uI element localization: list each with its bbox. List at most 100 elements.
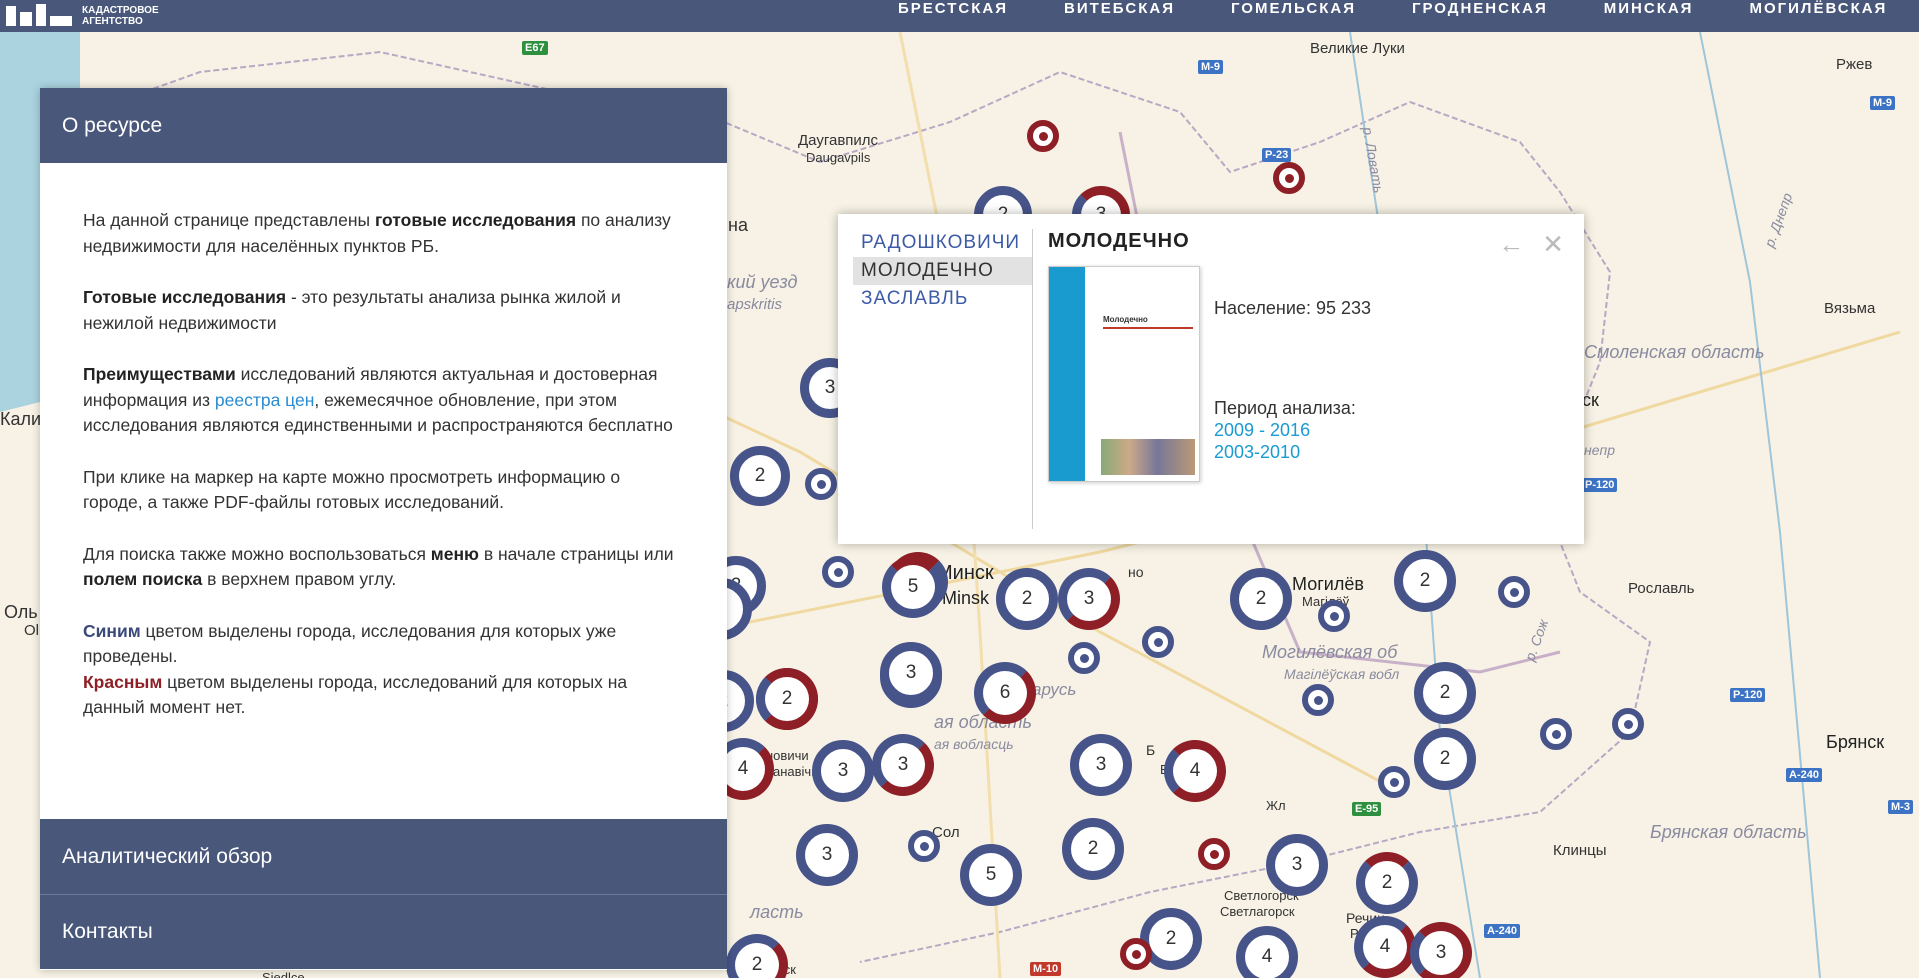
logo-text-line1: КАДАСТРОВОЕ [82, 5, 159, 16]
label-minsk-latin: Minsk [942, 588, 990, 608]
accordion-analytics[interactable]: Аналитический обзор [40, 819, 727, 894]
city-marker-blue[interactable] [908, 830, 940, 862]
cluster-marker[interactable]: 2 [1414, 728, 1476, 790]
nav-mogilev[interactable]: МОГИЛЁВСКАЯ [1721, 0, 1915, 32]
road-shield: E-95 [1352, 802, 1382, 816]
label-daugavpils-latin: Daugavpils [806, 150, 871, 165]
cluster-marker[interactable]: 2 [730, 446, 790, 506]
about-paragraph: Готовые исследования - это результаты ан… [83, 287, 621, 333]
city-marker-blue[interactable] [1302, 684, 1334, 716]
road-shield: A-240 [1786, 768, 1822, 782]
logo-text: КАДАСТРОВОЕ АГЕНТСТВО [82, 5, 159, 27]
back-arrow-icon[interactable]: ← [1498, 229, 1524, 260]
label-olsh: Оль [4, 602, 38, 622]
cluster-marker[interactable]: 3 [1410, 922, 1472, 978]
logo[interactable]: КАДАСТРОВОЕ АГЕНТСТВО [0, 0, 159, 32]
doc-cover-rule [1103, 327, 1193, 329]
cluster-marker[interactable]: 2 [756, 668, 818, 730]
top-navigation-bar: КАДАСТРОВОЕ АГЕНТСТВО БРЕСТСКАЯ ВИТЕБСКА… [0, 0, 1919, 32]
cluster-marker[interactable]: 2 [1062, 818, 1124, 880]
city-marker-blue[interactable] [1378, 766, 1410, 798]
label-klintsy: Клинцы [1553, 842, 1607, 859]
city-marker-blue[interactable] [1540, 718, 1572, 750]
about-paragraph: При клике на маркер на карте можно просм… [83, 466, 621, 513]
road-shield: P-23 [1262, 148, 1292, 162]
label-minsk-obl-by: ая вобласць [934, 736, 1014, 752]
about-paragraph: Преимуществами исследований являются акт… [83, 364, 673, 435]
label-na: на [728, 215, 748, 235]
label-dnepr-small: непр [1584, 442, 1615, 458]
city-marker-blue[interactable] [1612, 708, 1644, 740]
nav-gomel[interactable]: ГОМЕЛЬСКАЯ [1203, 0, 1384, 32]
period-label: Период анализа: [1214, 398, 1356, 418]
label-zhl: Жл [1266, 798, 1286, 813]
label-bryansk-obl: Брянская область [1650, 822, 1807, 842]
city-marker-blue[interactable] [1142, 626, 1174, 658]
city-marker-blue[interactable] [1068, 642, 1100, 674]
doc-cover-stripe [1049, 267, 1085, 481]
cluster-marker[interactable]: 4 [1164, 740, 1226, 802]
about-content: На данной странице представлены готовые … [40, 163, 727, 819]
cluster-marker[interactable]: 3 [1058, 568, 1120, 630]
close-icon[interactable]: ✕ [1542, 229, 1564, 260]
city-list-item-active[interactable]: МОЛОДЕЧНО [853, 257, 1032, 285]
city-marker-red[interactable] [1120, 938, 1152, 970]
nav-brest[interactable]: БРЕСТСКАЯ [870, 0, 1036, 32]
city-marker-blue[interactable] [822, 556, 854, 588]
road-shield: A-240 [1484, 924, 1520, 938]
cluster-marker[interactable]: 2 [1230, 568, 1292, 630]
price-registry-link[interactable]: реестра цен [215, 390, 315, 410]
cluster-marker[interactable]: 2 [1356, 852, 1418, 914]
cluster-marker[interactable]: 5 [960, 844, 1022, 906]
road-shield: P-120 [1730, 688, 1766, 702]
label-bryansk: Брянск [1826, 732, 1885, 752]
label-rzhev: Ржев [1836, 56, 1873, 73]
cluster-marker[interactable]: 3 [872, 734, 934, 796]
population-text: Население: 95 233 [1214, 298, 1371, 318]
city-list-item[interactable]: ЗАСЛАВЛЬ [853, 285, 1032, 313]
cluster-marker[interactable]: 6 [974, 662, 1036, 724]
cluster-marker[interactable]: 3 [796, 824, 858, 886]
pdf-thumbnail[interactable]: Молодечно [1048, 266, 1200, 482]
cluster-marker[interactable]: 2 [1394, 550, 1456, 612]
city-marker-red[interactable] [1198, 838, 1230, 870]
label-mogilev-obl-by: Магілёўская вобл [1284, 666, 1400, 682]
about-paragraph: На данной странице представлены готовые … [83, 210, 671, 256]
nav-vitebsk[interactable]: ВИТЕБСКАЯ [1036, 0, 1203, 32]
nav-grodno[interactable]: ГРОДНЕНСКАЯ [1384, 0, 1576, 32]
city-marker-blue[interactable] [1318, 600, 1350, 632]
road-shield: M-10 [1030, 962, 1062, 976]
cluster-marker[interactable]: 2 [996, 568, 1058, 630]
cluster-marker[interactable]: 3 [1266, 834, 1328, 896]
label-daugavpils: Даугавпилс [798, 132, 879, 149]
label-roslavl: Рославль [1628, 580, 1695, 597]
city-marker-red[interactable] [1027, 120, 1059, 152]
cluster-marker[interactable]: 5 [882, 556, 944, 618]
accordion-contacts[interactable]: Контакты [40, 894, 727, 969]
cluster-marker[interactable]: 2 [1414, 662, 1476, 724]
popup-controls: ← ✕ [1498, 229, 1564, 260]
city-marker-blue[interactable] [805, 468, 837, 500]
doc-cover-photos [1101, 439, 1195, 475]
city-marker-blue[interactable] [1498, 576, 1530, 608]
cluster-marker[interactable]: 4 [1354, 916, 1416, 978]
road-shield: M-3 [1888, 800, 1913, 814]
city-list: РАДОШКОВИЧИ МОЛОДЕЧНО ЗАСЛАВЛЬ [853, 229, 1033, 529]
city-marker-red[interactable] [1273, 162, 1305, 194]
cluster-marker[interactable]: 3 [880, 642, 942, 704]
road-shield: M-9 [1870, 96, 1895, 110]
cluster-marker[interactable]: 3 [812, 740, 874, 802]
city-popup: РАДОШКОВИЧИ МОЛОДЕЧНО ЗАСЛАВЛЬ МОЛОДЕЧНО… [838, 214, 1584, 544]
label-no: но [1128, 564, 1144, 580]
label-mogilev-obl: Могилёвская об [1262, 642, 1398, 662]
label-uezd: кий уезд [727, 272, 798, 292]
cluster-marker[interactable]: 3 [1070, 734, 1132, 796]
period-link[interactable]: 2009 - 2016 [1214, 420, 1310, 441]
road-shield: P-120 [1582, 478, 1618, 492]
label-mogilev: Могилёв [1292, 574, 1364, 594]
nav-minsk[interactable]: МИНСКАЯ [1576, 0, 1722, 32]
label-siedlce: Siedlce [262, 970, 305, 978]
period-link[interactable]: 2003-2010 [1214, 442, 1300, 463]
accordion-about[interactable]: О ресурсе [40, 88, 727, 163]
city-list-item[interactable]: РАДОШКОВИЧИ [853, 229, 1032, 257]
